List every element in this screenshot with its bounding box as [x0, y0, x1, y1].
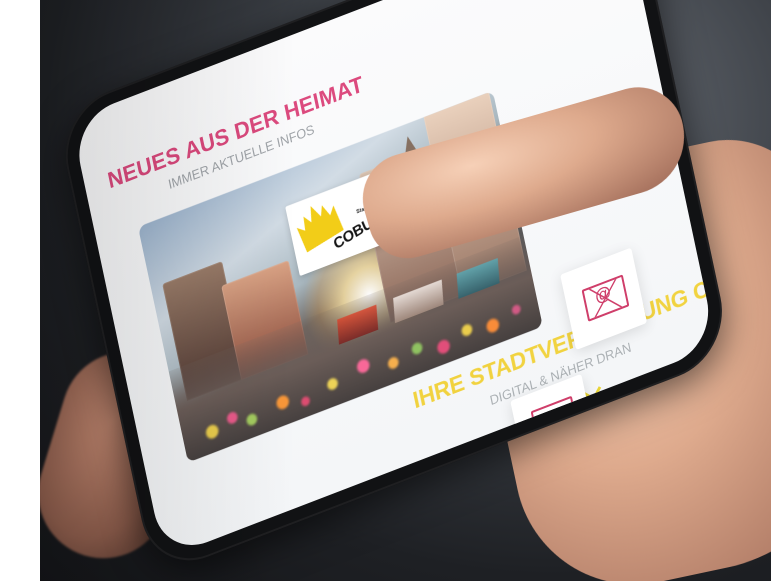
mail-at-icon[interactable]: [560, 247, 648, 351]
status-bar: [116, 0, 602, 134]
chevron-down-icon[interactable]: [582, 381, 602, 401]
photo-frame: NEUES AUS DER HEIMAT IMMER AKTUELLE INFO…: [40, 0, 771, 581]
